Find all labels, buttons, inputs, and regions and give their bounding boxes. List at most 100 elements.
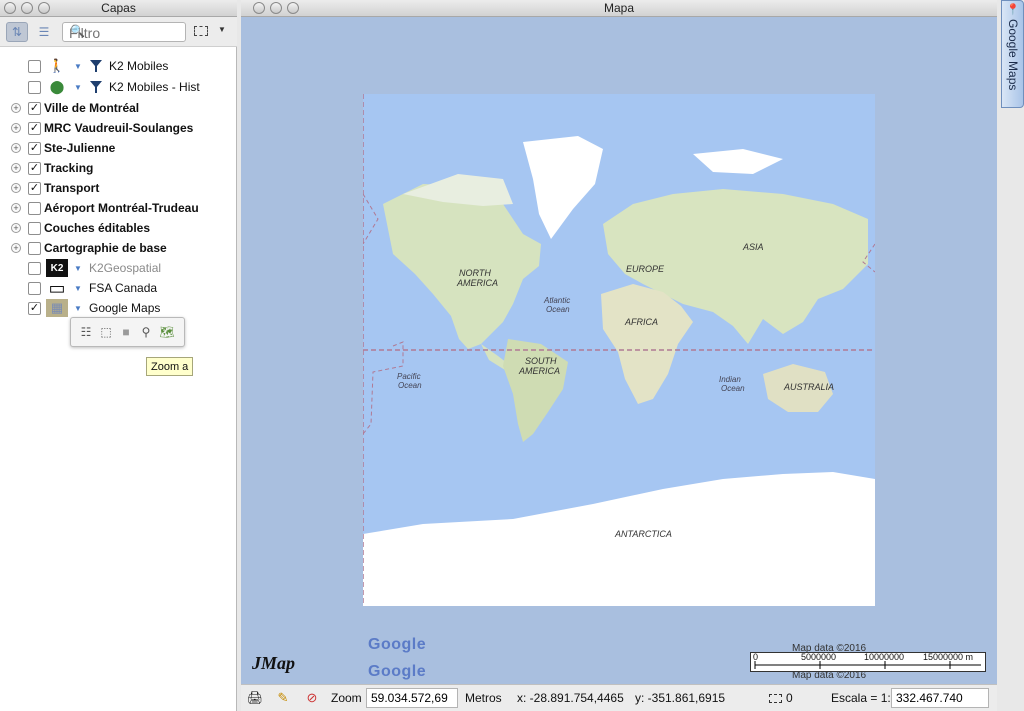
scale-tick-1: 5000000 — [801, 652, 837, 662]
layer-row[interactable]: + ✓ Transport — [0, 178, 237, 198]
layer-label: MRC Vaudreuil-Soulanges — [44, 121, 194, 135]
layer-row[interactable]: K2 ▼ K2Geospatial — [0, 258, 237, 278]
expand-icon[interactable]: + — [11, 203, 21, 213]
layer-visibility-checkbox[interactable]: ✓ — [28, 121, 41, 135]
properties-icon[interactable]: ☷ — [78, 324, 94, 340]
layer-label: FSA Canada — [89, 281, 158, 295]
window-controls[interactable] — [253, 2, 299, 14]
layer-visibility-checkbox[interactable]: ✓ — [28, 101, 41, 115]
tooltip: Zoom a — [146, 357, 194, 376]
chevron-down-icon[interactable]: ▼ — [74, 284, 82, 293]
layer-visibility-checkbox[interactable] — [28, 221, 41, 235]
layer-row[interactable]: + ✓ MRC Vaudreuil-Soulanges — [0, 118, 237, 138]
layer-row[interactable]: ⬤ ▼ K2 Mobiles - Hist — [0, 77, 237, 97]
layer-label: Cartographie de base — [44, 241, 167, 255]
selection-icon — [769, 694, 782, 703]
zoom-button[interactable] — [38, 2, 50, 14]
layer-label: K2 Mobiles — [109, 59, 169, 73]
layer-row[interactable]: + ✓ Tracking — [0, 158, 237, 178]
label-pacific: Pacific Ocean — [397, 372, 422, 390]
tree-view-button[interactable]: ⇅ — [6, 22, 28, 42]
close-button[interactable] — [4, 2, 16, 14]
layer-label: Google Maps — [89, 301, 161, 315]
layer-label: Ste-Julienne — [44, 141, 116, 155]
layer-visibility-checkbox[interactable] — [28, 80, 41, 94]
layer-label: K2 Mobiles - Hist — [109, 80, 200, 94]
list-view-button[interactable]: ☰ — [33, 22, 55, 42]
expand-icon[interactable]: + — [11, 143, 21, 153]
expand-icon[interactable]: + — [11, 223, 21, 233]
cluster-icon: ⬤ — [49, 79, 65, 94]
layer-row[interactable]: + Cartographie de base — [0, 238, 237, 258]
minimize-button[interactable] — [21, 2, 33, 14]
layer-visibility-checkbox[interactable] — [28, 201, 41, 215]
layers-title-bar: Capas — [0, 0, 237, 17]
chevron-down-icon[interactable]: ▼ — [74, 83, 82, 92]
k2-logo-icon: K2 — [46, 259, 68, 277]
print-icon[interactable]: 🖨 — [246, 689, 264, 707]
walker-icon: 🚶 — [48, 58, 66, 73]
zoom-label: Zoom — [331, 691, 362, 705]
label-atlantic: Atlantic Ocean — [543, 296, 570, 314]
layer-row[interactable]: + Aéroport Montréal-Trudeau — [0, 198, 237, 218]
layer-row[interactable]: ▭ ▼ FSA Canada — [0, 278, 237, 298]
expand-icon[interactable]: + — [11, 183, 21, 193]
layer-visibility-checkbox[interactable]: ✓ — [28, 181, 41, 195]
jmap-logo: JMap — [252, 653, 296, 673]
layer-label: Couches éditables — [44, 221, 151, 235]
layer-visibility-checkbox[interactable]: ✓ — [28, 161, 41, 175]
layer-label: Tracking — [44, 161, 94, 175]
label-africa: AFRICA — [624, 317, 658, 327]
google-logo: Google — [368, 636, 427, 653]
layer-row[interactable]: 🚶 ▼ K2 Mobiles — [0, 56, 237, 76]
chevron-down-icon[interactable]: ▼ — [74, 62, 82, 71]
layers-toolbar: ⇅ ☰ 🔍 ▼ — [0, 17, 237, 47]
expand-icon[interactable]: + — [11, 243, 21, 253]
layer-row[interactable]: + ✓ Ste-Julienne — [0, 138, 237, 158]
x-coordinate: x: -28.891.754,4465 — [517, 691, 624, 705]
layer-label: Transport — [44, 181, 100, 195]
label-europe: EUROPE — [626, 264, 665, 274]
chevron-down-icon[interactable]: ▼ — [74, 264, 82, 273]
label-asia: ASIA — [742, 242, 764, 252]
pin-icon: 📍 — [1006, 4, 1020, 16]
selection-tool-icon[interactable] — [194, 26, 208, 36]
layer-visibility-checkbox[interactable]: ✓ — [28, 301, 41, 315]
layer-visibility-checkbox[interactable]: ✓ — [28, 141, 41, 155]
expand-icon[interactable]: + — [11, 103, 21, 113]
layer-row[interactable]: + ✓ Ville de Montréal — [0, 98, 237, 118]
zoom-to-layer-icon[interactable]: ⚲ — [138, 324, 154, 340]
layer-label: Ville de Montréal — [44, 101, 140, 115]
expand-icon[interactable]: + — [11, 163, 21, 173]
layer-visibility-checkbox[interactable] — [28, 261, 41, 275]
window-controls[interactable] — [4, 2, 50, 14]
chevron-down-icon[interactable]: ▼ — [218, 25, 226, 34]
layer-visibility-checkbox[interactable] — [28, 281, 41, 295]
label-south-america: SOUTH AMERICA — [518, 356, 560, 376]
style-icon[interactable]: ■ — [118, 324, 134, 340]
layer-visibility-checkbox[interactable] — [28, 59, 41, 73]
expand-icon[interactable]: + — [11, 123, 21, 133]
clear-selection-icon[interactable]: ⊘ — [303, 689, 321, 707]
google-logo-2: Google — [368, 663, 427, 680]
measure-icon[interactable]: ✎ — [274, 689, 292, 707]
zoom-button[interactable] — [287, 2, 299, 14]
status-bar: 🖨 ✎ ⊘ Zoom Metros x: -28.891.754,4465 y:… — [241, 684, 997, 711]
scale-field[interactable] — [891, 688, 989, 708]
layer-row[interactable]: + Couches éditables — [0, 218, 237, 238]
scale-tick-0: 0 — [753, 652, 759, 662]
map-icon[interactable]: 🗺 — [159, 324, 175, 340]
select-area-icon[interactable]: ⬚ — [98, 324, 114, 340]
filter-funnel-icon — [89, 59, 103, 73]
layers-title: Capas — [101, 1, 136, 15]
layer-visibility-checkbox[interactable] — [28, 241, 41, 255]
zoom-field[interactable] — [366, 688, 458, 708]
google-maps-side-tab[interactable]: 📍 Google Maps — [1001, 0, 1024, 108]
layer-row[interactable]: ✓ ▦ ▼ Google Maps — [0, 298, 237, 318]
close-button[interactable] — [253, 2, 265, 14]
map-canvas[interactable]: NORTH AMERICA SOUTH AMERICA EUROPE AFRICA … — [241, 17, 997, 684]
minimize-button[interactable] — [270, 2, 282, 14]
units-label: Metros — [465, 691, 502, 705]
chevron-down-icon[interactable]: ▼ — [74, 304, 82, 313]
map-title-bar: Mapa — [241, 0, 997, 17]
